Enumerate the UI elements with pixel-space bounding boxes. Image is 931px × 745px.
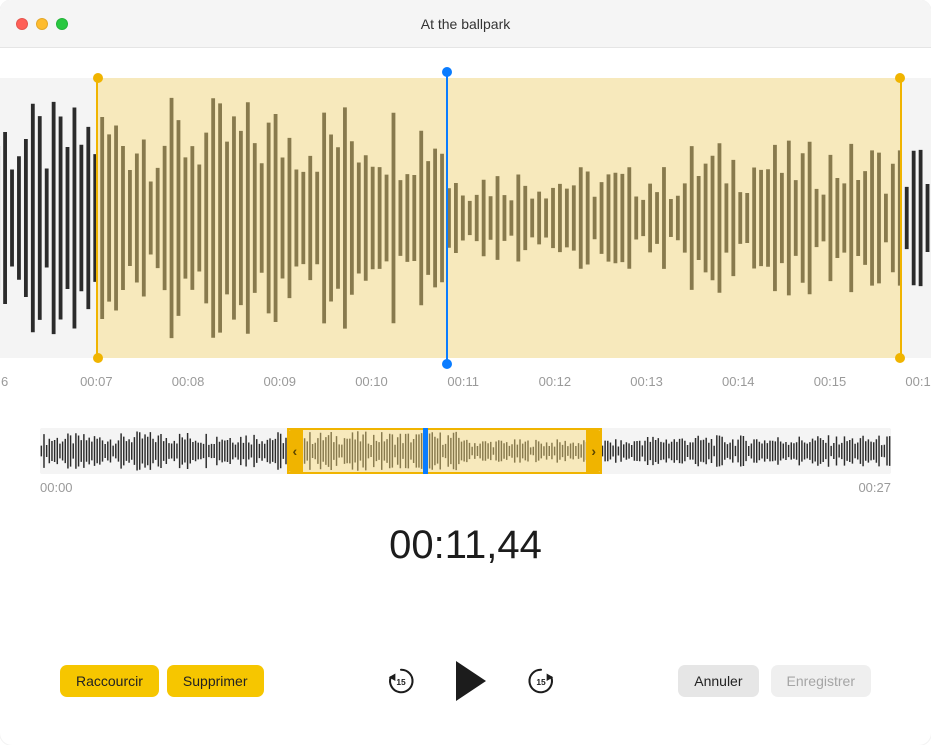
overview-selection[interactable]: ‹ › (287, 428, 602, 474)
zoom-window-button[interactable] (56, 18, 68, 30)
minimize-window-button[interactable] (36, 18, 48, 30)
trim-handle-end-bottom[interactable] (895, 353, 905, 363)
trim-button[interactable]: Raccourcir (60, 665, 159, 697)
main-timeline-ticks: 6 00:07 00:08 00:09 00:10 00:11 00:12 00:13 00:1… (0, 368, 931, 392)
skip-back-15-button[interactable]: 15 (382, 662, 420, 700)
overview-handle-left[interactable]: ‹ (287, 430, 303, 472)
trim-handle-end-top[interactable] (895, 73, 905, 83)
main-waveform-area[interactable] (0, 68, 931, 368)
timeline-tick: 00:09 (263, 374, 296, 389)
right-buttons: Annuler Enregistrer (678, 665, 871, 697)
trim-selection[interactable] (96, 78, 902, 358)
overview-start-time: 00:00 (40, 480, 73, 495)
svg-text:15: 15 (396, 677, 406, 687)
edit-toolbar: Raccourcir Supprimer 15 15 (0, 657, 931, 745)
overview-playhead[interactable] (423, 428, 428, 474)
timeline-tick: 00:11 (447, 374, 479, 389)
timeline-tick: 00:13 (630, 374, 663, 389)
save-button: Enregistrer (771, 665, 871, 697)
cancel-button[interactable]: Annuler (678, 665, 758, 697)
playhead-dot-top[interactable] (442, 67, 452, 77)
play-icon (456, 661, 486, 701)
delete-button[interactable]: Supprimer (167, 665, 264, 697)
timeline-tick: 00:08 (172, 374, 205, 389)
trim-handle-start-bottom[interactable] (93, 353, 103, 363)
current-timecode: 00:11,44 (0, 523, 931, 568)
timeline-tick: 00:14 (722, 374, 755, 389)
titlebar: At the ballpark (0, 0, 931, 48)
play-button[interactable] (452, 657, 490, 705)
overview-strip[interactable]: ‹ › (40, 428, 891, 474)
overview-handle-right[interactable]: › (586, 430, 602, 472)
trim-handle-start-top[interactable] (93, 73, 103, 83)
timeline-tick: 00:15 (814, 374, 847, 389)
timeline-tick: 00:07 (80, 374, 113, 389)
voice-memo-edit-window: At the ballpark 6 00:07 00:08 00:09 00:10 00:… (0, 0, 931, 745)
timeline-tick: 6 (1, 374, 8, 389)
timeline-tick: 00:10 (355, 374, 388, 389)
close-window-button[interactable] (16, 18, 28, 30)
traffic-lights (16, 18, 68, 30)
timeline-tick: 00:16 (905, 374, 931, 389)
skip-forward-icon: 15 (526, 666, 556, 696)
overview-end-time: 00:27 (858, 480, 891, 495)
overview-times: 00:00 00:27 (40, 480, 891, 495)
skip-back-icon: 15 (386, 666, 416, 696)
playhead[interactable] (446, 72, 448, 364)
svg-text:15: 15 (536, 677, 546, 687)
timeline-tick: 00:12 (539, 374, 572, 389)
transport-controls: 15 15 (382, 657, 560, 705)
skip-forward-15-button[interactable]: 15 (522, 662, 560, 700)
window-title: At the ballpark (0, 16, 931, 32)
